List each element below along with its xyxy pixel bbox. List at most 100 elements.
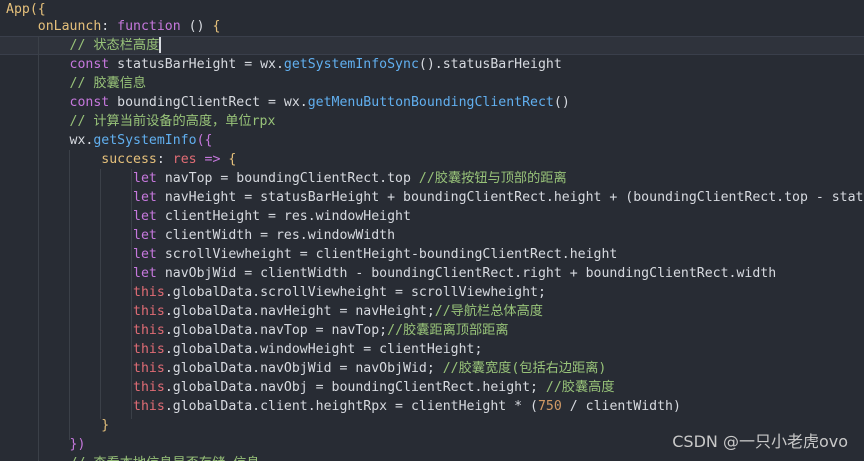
code-line[interactable]: this.globalData.windowHeight = clientHei…: [6, 340, 482, 359]
code-line[interactable]: let navTop = boundingClientRect.top //胶囊…: [6, 169, 567, 188]
code-line[interactable]: this.globalData.scrollViewheight = scrol…: [6, 283, 546, 302]
code-token: ({: [196, 133, 213, 148]
code-token: //胶囊高度: [545, 380, 615, 395]
code-editor[interactable]: App({ onLaunch: function () { // 状态栏高度 c…: [0, 0, 864, 461]
code-token: boundingClientRect = wx.: [109, 95, 308, 110]
code-token: getSystemInfoSync: [283, 57, 419, 72]
code-token: this: [133, 399, 165, 414]
code-line[interactable]: }: [6, 416, 109, 435]
code-token: clientHeight = res.windowHeight: [156, 209, 411, 224]
code-line[interactable]: this.globalData.navObj = boundingClientR…: [6, 378, 615, 397]
code-token: let: [133, 228, 157, 243]
code-line[interactable]: this.globalData.navObjWid = navObjWid; /…: [6, 359, 606, 378]
code-token: clientWidth = res.windowWidth: [156, 228, 396, 243]
code-line[interactable]: const statusBarHeight = wx.getSystemInfo…: [6, 55, 562, 74]
code-token: :: [156, 152, 173, 167]
code-token: =>: [196, 152, 229, 167]
code-token: .globalData.navHeight = navHeight;: [164, 304, 435, 319]
code-line[interactable]: onLaunch: function () {: [6, 17, 221, 36]
code-token: statusBarHeight = wx.: [109, 57, 284, 72]
code-token: let: [133, 171, 157, 186]
code-token: this: [133, 361, 165, 376]
code-token: ().statusBarHeight: [418, 57, 562, 72]
watermark-text: CSDN @一只小老虎ovo: [672, 432, 848, 451]
code-token: this: [133, 342, 165, 357]
code-line[interactable]: let clientWidth = res.windowWidth: [6, 226, 395, 245]
code-token: let: [133, 209, 157, 224]
code-line[interactable]: // 查看本地信息是否存储 信息: [6, 454, 260, 461]
code-token: let: [133, 247, 157, 262]
code-token: / clientWidth): [561, 399, 681, 414]
code-token: 750: [537, 399, 562, 414]
code-token: //胶囊宽度(包括右边距离): [442, 361, 607, 376]
code-line[interactable]: let scrollViewheight = clientHeight-boun…: [6, 245, 617, 264]
code-token: }: [6, 418, 110, 433]
code-token: // 查看本地信息是否存储 信息: [6, 456, 260, 461]
code-token: this: [133, 304, 165, 319]
code-line[interactable]: const boundingClientRect = wx.getMenuBut…: [6, 93, 570, 112]
code-token: // 胶囊信息: [6, 76, 147, 91]
code-token: this: [133, 285, 165, 300]
code-token: .globalData.scrollViewheight = scrollVie…: [164, 285, 546, 300]
code-token: {: [212, 19, 221, 34]
code-token: let: [133, 266, 157, 281]
code-line[interactable]: this.globalData.client.heightRpx = clien…: [6, 397, 681, 416]
code-line[interactable]: wx.getSystemInfo({: [6, 131, 213, 150]
code-token: getSystemInfo: [93, 133, 197, 148]
code-line[interactable]: this.globalData.navHeight = navHeight;//…: [6, 302, 543, 321]
code-line[interactable]: // 状态栏高度: [6, 36, 162, 55]
code-token: this: [133, 380, 165, 395]
code-token: //胶囊按钮与顶部的距离: [418, 171, 567, 186]
code-token: .globalData.windowHeight = clientHeight;: [164, 342, 483, 357]
code-token: getMenuButtonBoundingClientRect: [307, 95, 554, 110]
code-token: .globalData.navObjWid = navObjWid;: [164, 361, 443, 376]
code-token: (): [180, 19, 213, 34]
code-line[interactable]: let navObjWid = clientWidth - boundingCl…: [6, 264, 776, 283]
code-token: onLaunch: [6, 19, 102, 34]
code-token: App({: [6, 2, 46, 17]
code-token: scrollViewheight = clientHeight-bounding…: [156, 247, 618, 262]
code-token: navHeight = statusBarHeight + boundingCl…: [156, 190, 864, 205]
code-token: (): [553, 95, 570, 110]
code-line[interactable]: let navHeight = statusBarHeight + boundi…: [6, 188, 864, 207]
code-token: //导航栏总体高度: [434, 304, 543, 319]
code-line[interactable]: }): [6, 435, 86, 454]
code-token: this: [133, 323, 165, 338]
code-token: //胶囊距离顶部距离: [387, 323, 509, 338]
code-token: const: [69, 95, 110, 110]
code-line[interactable]: let clientHeight = res.windowHeight: [6, 207, 411, 226]
code-token: success: [6, 152, 157, 167]
code-token: navObjWid = clientWidth - boundingClient…: [156, 266, 777, 281]
code-line[interactable]: this.globalData.navTop = navTop;//胶囊距离顶部…: [6, 321, 509, 340]
code-token: navTop = boundingClientRect.top: [156, 171, 419, 186]
code-token: :: [101, 19, 118, 34]
code-token: wx.: [6, 133, 94, 148]
code-token: res: [172, 152, 197, 167]
code-token: .globalData.client.heightRpx = clientHei…: [164, 399, 538, 414]
code-token: function: [117, 19, 181, 34]
code-token: .globalData.navTop = navTop;: [164, 323, 388, 338]
code-token: {: [228, 152, 237, 167]
code-token: .globalData.navObj = boundingClientRect.…: [164, 380, 546, 395]
code-token: const: [69, 57, 110, 72]
code-line[interactable]: // 胶囊信息: [6, 74, 147, 93]
code-line[interactable]: // 计算当前设备的高度，单位rpx: [6, 112, 276, 131]
text-cursor: [159, 37, 162, 53]
code-token: }): [6, 437, 86, 452]
code-token: let: [133, 190, 157, 205]
code-line[interactable]: success: res => {: [6, 150, 236, 169]
